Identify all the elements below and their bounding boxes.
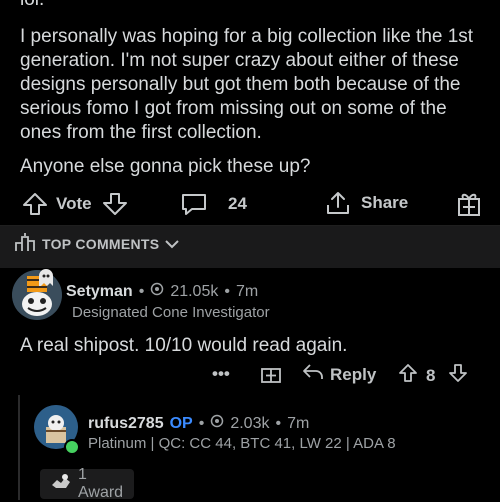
share-icon: [325, 190, 351, 216]
gift-award-icon: [260, 362, 282, 389]
karma-count: 21.05k: [170, 282, 219, 300]
comment-header: Setyman • 21.05k • 7m: [66, 282, 258, 301]
separator-dot: •: [224, 282, 230, 300]
vote-label: Vote: [56, 194, 92, 213]
comment-bubble-icon: [180, 192, 208, 216]
upvote-arrow-icon: [398, 363, 418, 388]
separator-dot: •: [198, 414, 205, 432]
downvote-arrow-icon: [102, 192, 128, 216]
upvote-button[interactable]: Vote: [22, 192, 92, 216]
chevron-down-icon: [165, 236, 180, 252]
comment-username[interactable]: rufus2785: [88, 415, 164, 433]
ghost-accessory-icon: [37, 268, 55, 288]
top-comments-sort-bar[interactable]: TOP COMMENTS: [0, 225, 500, 268]
separator-dot: •: [138, 282, 145, 300]
award-hand-icon: [50, 473, 72, 496]
karma-icon: [150, 282, 164, 301]
user-flair: Platinum | QC: CC 44, BTC 41, LW 22 | AD…: [88, 435, 396, 452]
gift-award-icon: [456, 190, 482, 218]
post-paragraph-2: Anyone else gonna pick these up?: [20, 156, 311, 177]
post-text-cut-line: lol.: [20, 0, 44, 12]
downvote-button[interactable]: [102, 192, 128, 216]
thread-indent-line[interactable]: [18, 395, 20, 500]
award-count-label: 1 Award: [78, 466, 124, 501]
reply-button[interactable]: Reply: [302, 363, 376, 386]
comment-downvote-button[interactable]: [448, 363, 468, 388]
post-action-bar: Vote 24 Share: [0, 188, 500, 220]
upvote-arrow-icon: [22, 192, 48, 216]
award-button[interactable]: [456, 190, 482, 218]
award-badge[interactable]: 1 Award: [40, 466, 134, 501]
downvote-arrow-icon: [448, 363, 468, 388]
comment-text: A real shipost. 10/10 would read again.: [20, 335, 348, 356]
comment-award-button[interactable]: [260, 362, 282, 389]
separator-dot: •: [275, 414, 282, 432]
comment-upvote-button[interactable]: 8: [398, 363, 435, 388]
comment-count: 24: [228, 194, 247, 213]
reply-label: Reply: [330, 364, 377, 384]
online-status-dot: [64, 439, 80, 455]
post-paragraph-1: I personally was hoping for a big collec…: [20, 26, 474, 143]
podium-sort-icon: [14, 232, 36, 255]
comment-age: 7m: [235, 282, 259, 300]
op-badge: OP: [169, 414, 193, 432]
more-options-button[interactable]: •••: [212, 364, 230, 384]
comment-score: 8: [426, 365, 436, 385]
comment-age: 7m: [287, 414, 310, 432]
comment-action-bar: ••• Reply 8: [0, 362, 500, 388]
karma-count: 2.03k: [230, 414, 270, 432]
user-flair: Designated Cone Investigator: [72, 304, 270, 321]
share-label: Share: [361, 193, 409, 212]
karma-icon: [210, 414, 224, 433]
comment-username[interactable]: Setyman: [66, 283, 133, 301]
share-button[interactable]: Share: [325, 190, 408, 216]
reply-arrow-icon: [302, 363, 324, 386]
sort-label: TOP COMMENTS: [42, 235, 160, 252]
comments-button[interactable]: 24: [180, 192, 247, 216]
comment-header: rufus2785 OP • 2.03k • 7m: [88, 414, 309, 433]
